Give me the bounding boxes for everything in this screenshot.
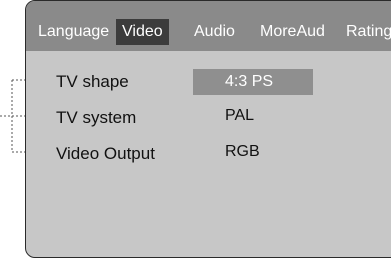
setting-value-video-output[interactable]: RGB <box>225 143 260 161</box>
tab-video[interactable]: Video <box>116 19 169 45</box>
setting-label-tv-shape[interactable]: TV shape <box>56 72 129 92</box>
setting-label-tv-system[interactable]: TV system <box>56 108 136 128</box>
setup-menu-panel: Language Video Audio MoreAud Rating TV s… <box>25 0 391 258</box>
tab-language[interactable]: Language <box>38 19 109 45</box>
menu-tab-bar: Language Video Audio MoreAud Rating <box>26 1 391 51</box>
tab-audio[interactable]: Audio <box>194 19 235 45</box>
tab-rating[interactable]: Rating <box>346 19 391 45</box>
setting-value-tv-shape[interactable]: 4:3 PS <box>193 69 313 95</box>
tab-moreaud[interactable]: MoreAud <box>260 19 325 45</box>
setting-value-tv-system[interactable]: PAL <box>225 107 254 125</box>
setting-label-video-output[interactable]: Video Output <box>56 144 155 164</box>
